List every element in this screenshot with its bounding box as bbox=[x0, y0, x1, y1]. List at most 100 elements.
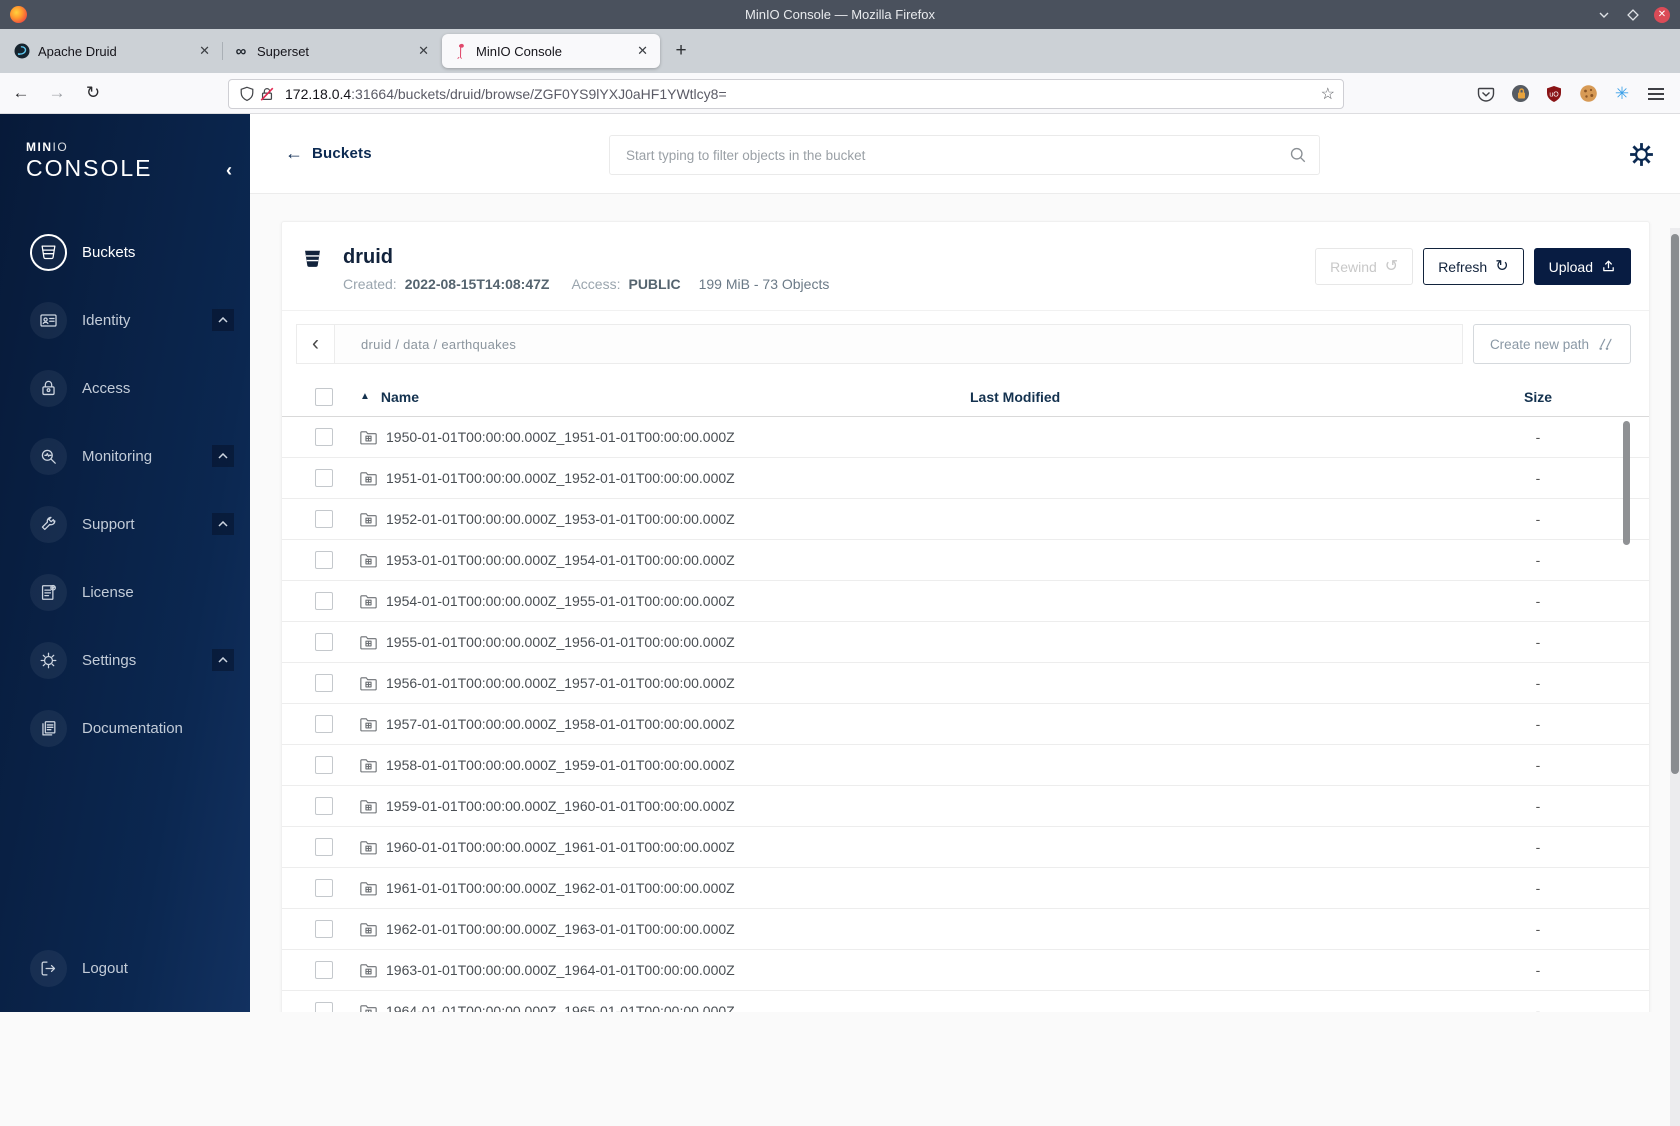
chevron-up-icon[interactable] bbox=[212, 513, 234, 535]
object-name[interactable]: 1952-01-01T00:00:00.000Z_1953-01-01T00:0… bbox=[386, 511, 735, 527]
row-checkbox[interactable] bbox=[315, 879, 333, 897]
sidebar-item-logout[interactable]: Logout bbox=[0, 948, 250, 988]
row-checkbox[interactable] bbox=[315, 797, 333, 815]
upload-button[interactable]: Upload bbox=[1533, 248, 1631, 285]
object-filter-searchbox[interactable] bbox=[609, 135, 1320, 175]
table-row[interactable]: 1960-01-01T00:00:00.000Z_1961-01-01T00:0… bbox=[282, 827, 1649, 868]
row-checkbox[interactable] bbox=[315, 428, 333, 446]
rewind-button[interactable]: Rewind ↺ bbox=[1315, 248, 1414, 285]
tracking-shield-icon[interactable] bbox=[237, 84, 257, 104]
object-name[interactable]: 1957-01-01T00:00:00.000Z_1958-01-01T00:0… bbox=[386, 716, 735, 732]
table-row[interactable]: 1959-01-01T00:00:00.000Z_1960-01-01T00:0… bbox=[282, 786, 1649, 827]
table-row[interactable]: 1964-01-01T00:00:00.000Z_1965-01-01T00:0… bbox=[282, 991, 1649, 1012]
table-row[interactable]: 1958-01-01T00:00:00.000Z_1959-01-01T00:0… bbox=[282, 745, 1649, 786]
menu-hamburger-icon[interactable] bbox=[1646, 84, 1666, 104]
sidebar-item-support[interactable]: Support bbox=[0, 504, 250, 544]
row-checkbox[interactable] bbox=[315, 469, 333, 487]
column-header-last-modified[interactable]: Last Modified bbox=[934, 389, 1453, 405]
row-checkbox[interactable] bbox=[315, 1002, 333, 1012]
forward-button[interactable]: → bbox=[42, 78, 72, 108]
privacy-badger-icon[interactable] bbox=[1510, 84, 1530, 104]
chevron-up-icon[interactable] bbox=[212, 649, 234, 671]
table-row[interactable]: 1955-01-01T00:00:00.000Z_1956-01-01T00:0… bbox=[282, 622, 1649, 663]
insecure-lock-icon[interactable] bbox=[257, 84, 277, 104]
chevron-up-icon[interactable] bbox=[212, 445, 234, 467]
sidebar-item-documentation[interactable]: Documentation bbox=[0, 708, 250, 748]
object-name[interactable]: 1964-01-01T00:00:00.000Z_1965-01-01T00:0… bbox=[386, 1003, 735, 1012]
search-input[interactable] bbox=[626, 147, 1289, 163]
object-name[interactable]: 1959-01-01T00:00:00.000Z_1960-01-01T00:0… bbox=[386, 798, 735, 814]
cookie-extension-icon[interactable] bbox=[1578, 84, 1598, 104]
tab-minio-console[interactable]: MinIO Console ✕ bbox=[442, 34, 660, 68]
new-tab-button[interactable]: + bbox=[667, 37, 695, 65]
path-back-chevron[interactable]: ‹ bbox=[297, 325, 335, 363]
object-name[interactable]: 1963-01-01T00:00:00.000Z_1964-01-01T00:0… bbox=[386, 962, 735, 978]
row-checkbox[interactable] bbox=[315, 510, 333, 528]
table-row[interactable]: 1961-01-01T00:00:00.000Z_1962-01-01T00:0… bbox=[282, 868, 1649, 909]
object-name[interactable]: 1962-01-01T00:00:00.000Z_1963-01-01T00:0… bbox=[386, 921, 735, 937]
breadcrumb[interactable]: druid / data / earthquakes bbox=[361, 337, 516, 352]
table-row[interactable]: 1950-01-01T00:00:00.000Z_1951-01-01T00:0… bbox=[282, 417, 1649, 458]
object-name[interactable]: 1953-01-01T00:00:00.000Z_1954-01-01T00:0… bbox=[386, 552, 735, 568]
row-checkbox[interactable] bbox=[315, 592, 333, 610]
sidebar-item-access[interactable]: Access bbox=[0, 368, 250, 408]
object-name[interactable]: 1960-01-01T00:00:00.000Z_1961-01-01T00:0… bbox=[386, 839, 735, 855]
column-header-size[interactable]: Size bbox=[1453, 389, 1623, 405]
container-extension-icon[interactable]: ✳ bbox=[1612, 84, 1632, 104]
row-checkbox[interactable] bbox=[315, 756, 333, 774]
object-name[interactable]: 1955-01-01T00:00:00.000Z_1956-01-01T00:0… bbox=[386, 634, 735, 650]
table-row[interactable]: 1957-01-01T00:00:00.000Z_1958-01-01T00:0… bbox=[282, 704, 1649, 745]
ublock-icon[interactable]: uO bbox=[1544, 84, 1564, 104]
tab-close-icon[interactable]: ✕ bbox=[414, 41, 433, 61]
row-checkbox[interactable] bbox=[315, 838, 333, 856]
sort-ascending-icon[interactable]: ▲ bbox=[360, 391, 370, 402]
select-all-checkbox[interactable] bbox=[315, 387, 333, 406]
sidebar-item-license[interactable]: License bbox=[0, 572, 250, 612]
object-name[interactable]: 1951-01-01T00:00:00.000Z_1952-01-01T00:0… bbox=[386, 470, 735, 486]
sidebar-item-monitoring[interactable]: Monitoring bbox=[0, 436, 250, 476]
table-row[interactable]: 1962-01-01T00:00:00.000Z_1963-01-01T00:0… bbox=[282, 909, 1649, 950]
table-row[interactable]: 1953-01-01T00:00:00.000Z_1954-01-01T00:0… bbox=[282, 540, 1649, 581]
url-text[interactable]: 172.18.0.4:31664/buckets/druid/browse/ZG… bbox=[285, 86, 1321, 102]
back-to-buckets[interactable]: ← Buckets bbox=[285, 143, 372, 164]
page-scrollbar[interactable] bbox=[1670, 228, 1680, 1126]
object-name[interactable]: 1954-01-01T00:00:00.000Z_1955-01-01T00:0… bbox=[386, 593, 735, 609]
console-settings-gear-icon[interactable] bbox=[1629, 142, 1654, 172]
tab-close-icon[interactable]: ✕ bbox=[195, 41, 214, 61]
refresh-button[interactable]: Refresh ↻ bbox=[1423, 248, 1524, 285]
window-maximize-button[interactable] bbox=[1625, 7, 1641, 23]
tab-close-icon[interactable]: ✕ bbox=[633, 41, 652, 61]
back-button[interactable]: ← bbox=[6, 78, 36, 108]
page-scrollbar-thumb[interactable] bbox=[1671, 234, 1679, 774]
row-checkbox[interactable] bbox=[315, 674, 333, 692]
sidebar-item-settings[interactable]: Settings bbox=[0, 640, 250, 680]
table-scrollbar-thumb[interactable] bbox=[1623, 421, 1630, 545]
row-checkbox[interactable] bbox=[315, 715, 333, 733]
sidebar-collapse-icon[interactable]: ‹ bbox=[226, 160, 232, 181]
reload-button[interactable]: ↻ bbox=[78, 78, 108, 108]
window-minimize-button[interactable] bbox=[1596, 7, 1612, 23]
row-checkbox[interactable] bbox=[315, 920, 333, 938]
bookmark-star-icon[interactable]: ☆ bbox=[1321, 84, 1335, 104]
row-checkbox[interactable] bbox=[315, 551, 333, 569]
tab-superset[interactable]: ∞ Superset ✕ bbox=[222, 34, 441, 68]
create-new-path-button[interactable]: Create new path bbox=[1472, 324, 1631, 364]
object-name[interactable]: 1950-01-01T00:00:00.000Z_1951-01-01T00:0… bbox=[386, 429, 735, 445]
object-name[interactable]: 1961-01-01T00:00:00.000Z_1962-01-01T00:0… bbox=[386, 880, 735, 896]
table-row[interactable]: 1951-01-01T00:00:00.000Z_1952-01-01T00:0… bbox=[282, 458, 1649, 499]
sidebar-item-identity[interactable]: Identity bbox=[0, 300, 250, 340]
table-row[interactable]: 1952-01-01T00:00:00.000Z_1953-01-01T00:0… bbox=[282, 499, 1649, 540]
pocket-icon[interactable] bbox=[1476, 84, 1496, 104]
window-close-button[interactable]: ✕ bbox=[1654, 6, 1670, 23]
row-checkbox[interactable] bbox=[315, 961, 333, 979]
object-name[interactable]: 1956-01-01T00:00:00.000Z_1957-01-01T00:0… bbox=[386, 675, 735, 691]
table-row[interactable]: 1963-01-01T00:00:00.000Z_1964-01-01T00:0… bbox=[282, 950, 1649, 991]
tab-apache-druid[interactable]: Apache Druid ✕ bbox=[4, 34, 222, 68]
url-bar[interactable]: 172.18.0.4:31664/buckets/druid/browse/ZG… bbox=[228, 79, 1344, 109]
row-checkbox[interactable] bbox=[315, 633, 333, 651]
table-row[interactable]: 1956-01-01T00:00:00.000Z_1957-01-01T00:0… bbox=[282, 663, 1649, 704]
column-header-name[interactable]: ▲ Name bbox=[352, 389, 934, 405]
table-row[interactable]: 1954-01-01T00:00:00.000Z_1955-01-01T00:0… bbox=[282, 581, 1649, 622]
chevron-up-icon[interactable] bbox=[212, 309, 234, 331]
sidebar-item-buckets[interactable]: Buckets bbox=[0, 232, 250, 272]
